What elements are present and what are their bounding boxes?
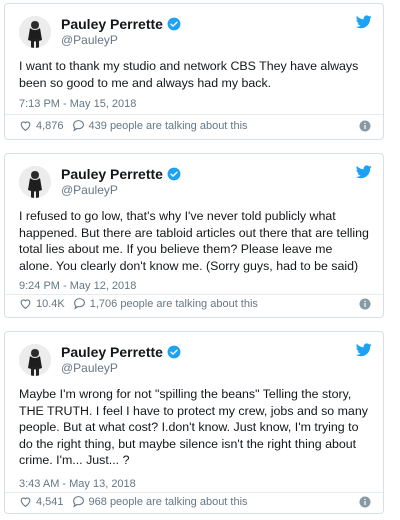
info-icon[interactable] [359,298,371,310]
display-name[interactable]: Pauley Perrette [61,344,163,360]
info-icon[interactable] [359,120,371,132]
avatar[interactable] [19,16,51,48]
like-count: 4,541 [36,495,64,508]
tweet-actions: 10.4K 1,706 people are talking about thi… [19,297,371,310]
talking-count: 1,706 people are talking about this [89,297,258,310]
avatar[interactable] [19,166,51,198]
display-name[interactable]: Pauley Perrette [61,16,163,32]
avatar-image [19,16,51,48]
verified-badge-icon [167,345,181,359]
tweet-card-1[interactable]: Pauley Perrette @PauleyP I want to thank… [4,3,384,140]
tweet-actions: 4,876 439 people are talking about this [19,119,371,132]
tweet-card-3[interactable]: Pauley Perrette @PauleyP Maybe I'm wrong… [4,331,384,514]
tweet-text: I want to thank my studio and network CB… [19,59,359,90]
heart-icon [20,121,31,132]
like-button[interactable]: 4,876 [19,119,72,132]
like-button[interactable]: 10.4K [19,297,73,310]
like-button[interactable]: 4,541 [19,495,72,508]
info-icon[interactable] [359,496,371,508]
conversation-link[interactable]: 968 people are talking about this [72,495,248,508]
timestamp[interactable]: 7:13 PM - May 15, 2018 [19,98,136,110]
speech-bubble-icon [72,120,84,132]
speech-bubble-icon [73,298,85,310]
avatar[interactable] [19,344,51,376]
divider [5,294,383,295]
timestamp[interactable]: 3:43 AM - May 13, 2018 [19,478,136,490]
twitter-bird-icon[interactable] [356,15,372,29]
verified-badge-icon [167,167,181,181]
heart-icon [20,299,31,310]
tweet-actions: 4,541 968 people are talking about this [19,495,371,508]
talking-count: 439 people are talking about this [88,119,248,132]
tweet-text: I refused to go low, that's why I've nev… [19,209,369,273]
talking-count: 968 people are talking about this [88,495,248,508]
timestamp[interactable]: 9:24 PM - May 12, 2018 [19,280,136,292]
user-handle[interactable]: @PauleyP [61,183,118,197]
conversation-link[interactable]: 439 people are talking about this [72,119,248,132]
conversation-link[interactable]: 1,706 people are talking about this [73,297,258,310]
avatar-image [19,166,51,198]
divider [5,114,383,115]
like-count: 10.4K [36,297,65,310]
heart-icon [20,497,31,508]
user-handle[interactable]: @PauleyP [61,361,118,375]
tweet-card-2[interactable]: Pauley Perrette @PauleyP I refused to go… [4,153,384,318]
speech-bubble-icon [72,496,84,508]
user-handle[interactable]: @PauleyP [61,33,118,47]
divider [5,492,383,493]
verified-badge-icon [167,17,181,31]
avatar-image [19,344,51,376]
display-name[interactable]: Pauley Perrette [61,166,163,182]
tweet-text: Maybe I'm wrong for not "spilling the be… [19,387,368,467]
twitter-bird-icon[interactable] [356,343,372,357]
twitter-bird-icon[interactable] [356,165,372,179]
like-count: 4,876 [36,119,64,132]
